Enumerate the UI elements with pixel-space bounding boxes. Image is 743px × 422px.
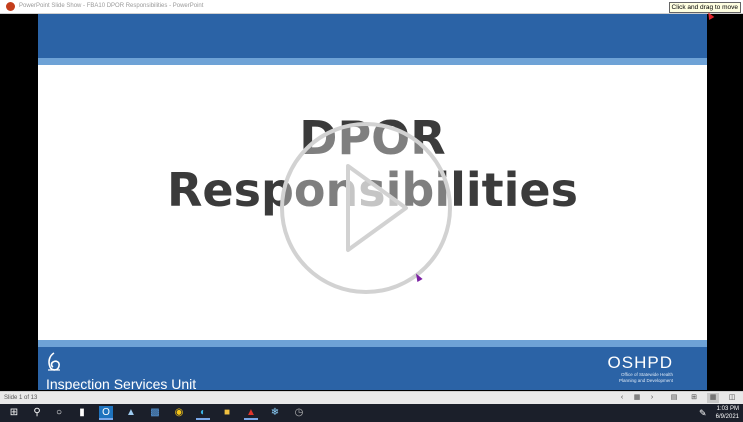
task-view-icon[interactable]: ▮ (75, 406, 89, 420)
app-icon[interactable]: ▲ (124, 406, 138, 420)
window-title: PowerPoint Slide Show - FBA10 DPOR Respo… (19, 3, 204, 9)
file-explorer-icon[interactable]: ■ (220, 406, 234, 420)
system-clock[interactable]: 1:03 PM 6/9/2021 (716, 405, 739, 421)
clock-time: 1:03 PM (716, 406, 739, 412)
chrome-icon[interactable]: ◉ (172, 406, 186, 420)
clock-app-icon[interactable]: ◷ (292, 406, 306, 420)
dgs-logo-icon (48, 352, 60, 371)
windows-start-icon[interactable]: ⊞ (7, 406, 21, 420)
slide-top-band (38, 14, 707, 58)
slide-canvas[interactable]: DPOR Responsibilities Inspection Service… (38, 14, 707, 390)
slide-counter: Slide 1 of 13 (4, 395, 38, 401)
oshpd-logo: OSHPD Office of Statewide Health Plannin… (608, 354, 673, 384)
drag-tooltip[interactable]: Click and drag to move (668, 2, 741, 13)
acrobat-icon[interactable]: ▲ (244, 406, 258, 420)
oshpd-subtitle-2: Planning and Development (618, 378, 673, 383)
unit-label: Inspection Services Unit (46, 376, 197, 390)
slideshow-statusbar: Slide 1 of 13 ‹ ▦ › ▤ ⊞ ▦ ◫ (0, 391, 743, 404)
powerpoint-icon (6, 2, 15, 11)
previous-icon[interactable]: ‹ (616, 393, 628, 403)
next-icon[interactable]: › (646, 393, 658, 403)
slide-sorter-icon[interactable]: ⊞ (688, 393, 700, 403)
settings-icon[interactable]: ❄ (268, 406, 282, 420)
slide-top-stripe (38, 58, 707, 65)
windows-taskbar: ⊞ ⚲ ○ ▮ O ▲ ▩ ◉ ◐ ■ ▲ ❄ ◷ 1:03 PM 6/9/20… (0, 404, 743, 422)
outlook-icon[interactable]: O (99, 406, 113, 420)
window-titlebar: PowerPoint Slide Show - FBA10 DPOR Respo… (0, 0, 743, 14)
presenter-icon[interactable]: ◫ (726, 393, 738, 403)
search-icon[interactable]: ⚲ (30, 406, 44, 420)
cortana-icon[interactable]: ○ (52, 406, 66, 420)
pen-tray-icon[interactable]: ✎ (699, 404, 707, 422)
edge-icon[interactable]: ◐ (196, 406, 210, 420)
file-icon[interactable]: ▩ (148, 406, 162, 420)
oshpd-name: OSHPD (607, 353, 673, 372)
reading-view-icon[interactable]: ▦ (707, 393, 719, 403)
slide-menu-icon[interactable]: ▦ (631, 393, 643, 403)
play-icon[interactable] (278, 120, 454, 296)
normal-view-icon[interactable]: ▤ (668, 393, 680, 403)
clock-date: 6/9/2021 (715, 414, 739, 420)
slide-bottom-stripe (38, 340, 707, 347)
